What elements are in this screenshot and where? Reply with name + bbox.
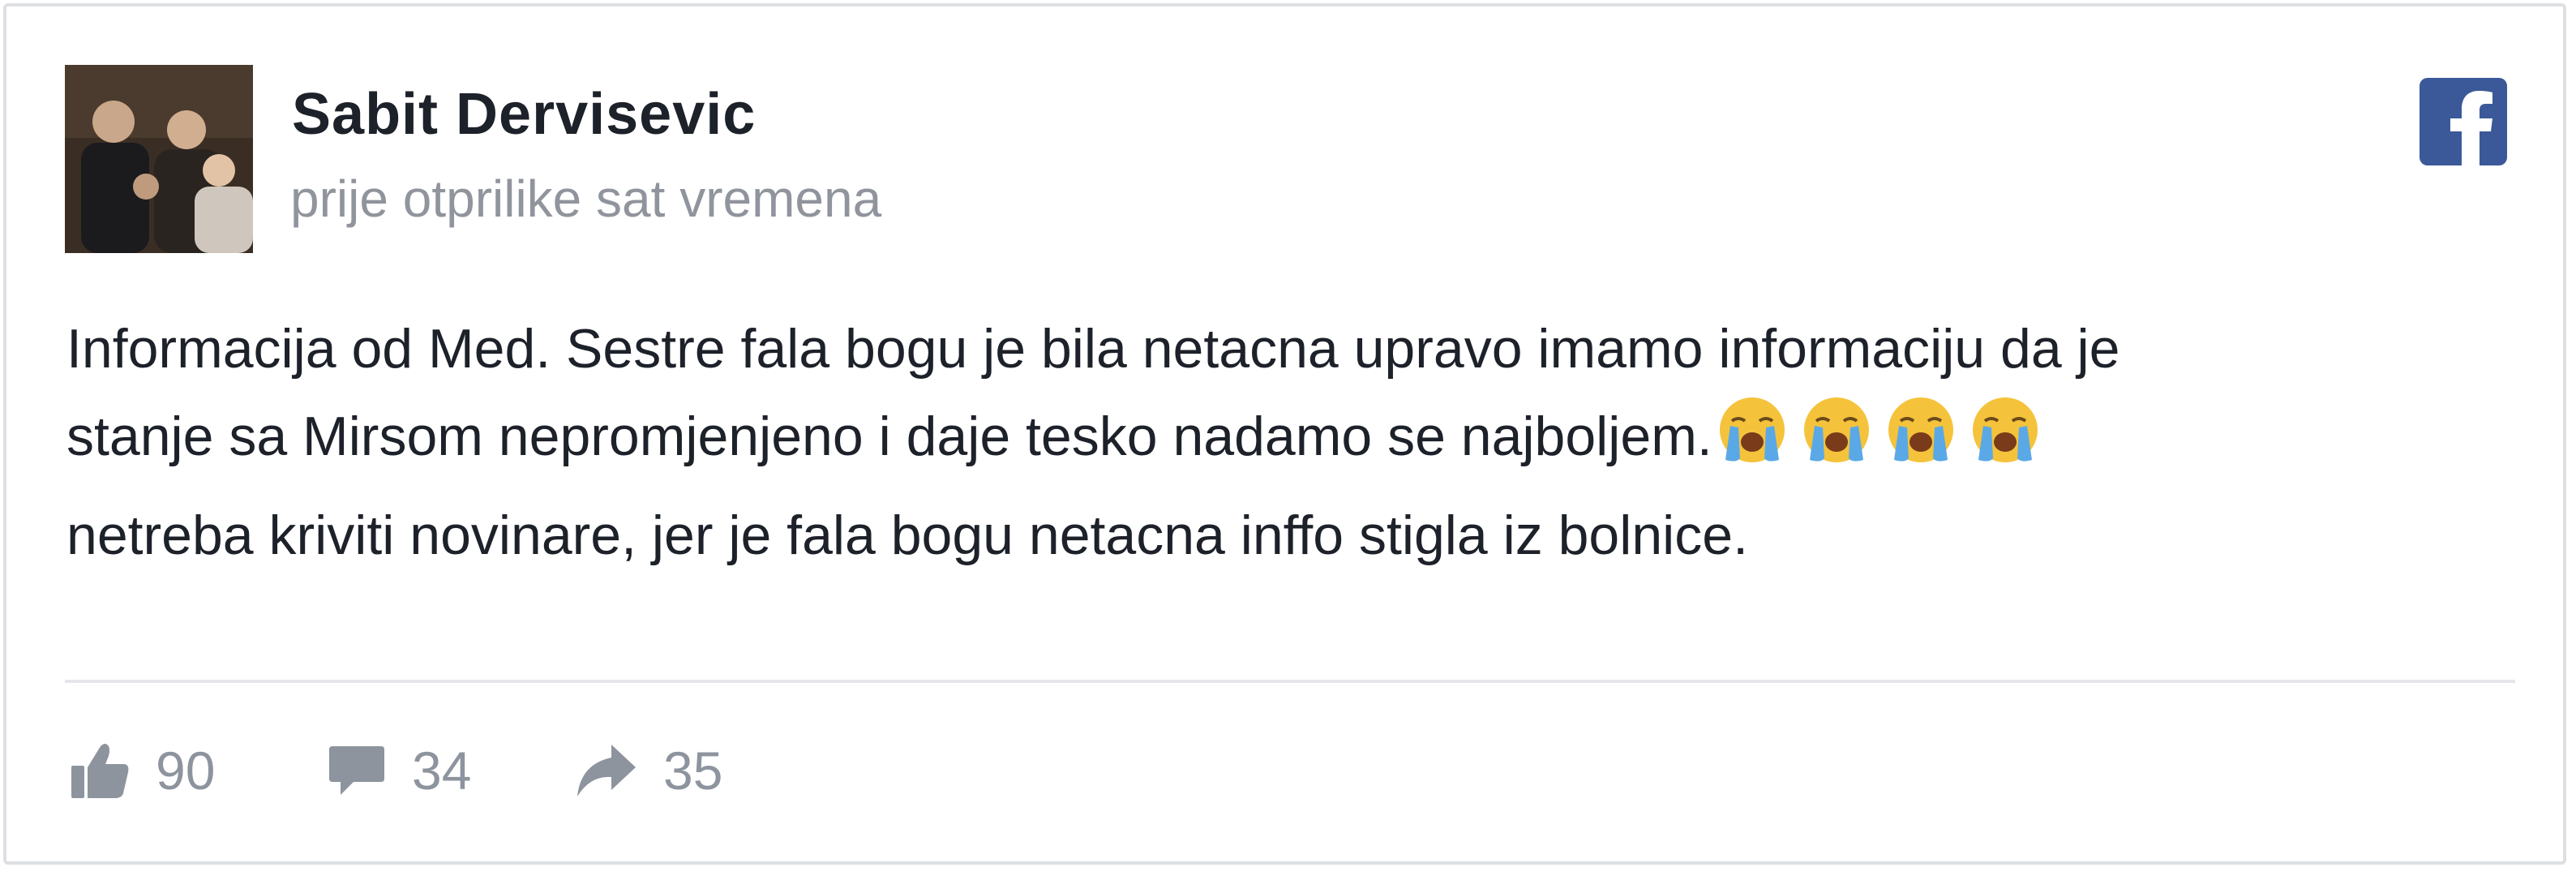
- crying-face-emoji-icon: [1888, 397, 1953, 462]
- author-avatar[interactable]: [65, 65, 253, 253]
- post-body: Informacija od Med. Sestre fala bogu je …: [66, 305, 2531, 579]
- share-count: 35: [663, 741, 723, 801]
- crying-face-emoji-icon: [1719, 397, 1785, 462]
- post-line-1: Informacija od Med. Sestre fala bogu je …: [66, 318, 2120, 380]
- post-timestamp[interactable]: prije otprilike sat vremena: [290, 169, 881, 229]
- post-line-2-text: stanje sa Mirsom nepromjenjeno i daje te…: [66, 406, 1712, 467]
- post-line-3: netreba kriviti novinare, jer je fala bo…: [66, 505, 1748, 566]
- emoji-group: [1716, 393, 2053, 492]
- facebook-logo-icon[interactable]: [2420, 78, 2507, 165]
- like-count: 90: [156, 741, 216, 801]
- share-arrow-icon: [577, 745, 636, 797]
- like-button[interactable]: 90: [70, 736, 215, 805]
- divider: [65, 680, 2515, 683]
- comment-count: 34: [412, 741, 472, 801]
- author-name[interactable]: Sabit Dervisevic: [292, 81, 756, 148]
- crying-face-emoji-icon: [1972, 397, 2038, 462]
- post-line-2: stanje sa Mirsom nepromjenjeno i daje te…: [66, 393, 2531, 492]
- comment-button[interactable]: 34: [326, 736, 471, 805]
- thumbs-up-icon: [71, 744, 129, 798]
- crying-face-emoji-icon: [1803, 397, 1869, 462]
- share-button[interactable]: 35: [574, 736, 722, 805]
- facebook-post-card: Sabit Dervisevic prije otprilike sat vre…: [3, 3, 2566, 865]
- comment-bubble-icon: [329, 746, 384, 795]
